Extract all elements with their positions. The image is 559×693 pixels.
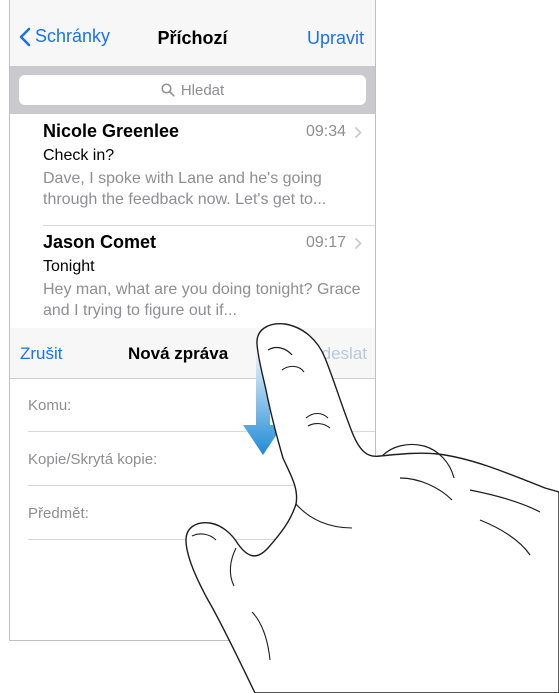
- inbox-view: Schránky Příchozí Upravit Hledat Nicole …: [9, 0, 376, 338]
- screen-edge-left: [9, 0, 10, 328]
- phone-screen: Schránky Příchozí Upravit Hledat Nicole …: [9, 0, 376, 641]
- screen-edge-right: [375, 0, 376, 328]
- cc-bcc-field[interactable]: Kopie/Skrytá kopie:: [20, 433, 375, 486]
- new-message-sheet: Zrušit Nová zpráva Odeslat Komu: Kopie/S…: [9, 328, 376, 641]
- chevron-right-icon: [354, 237, 362, 250]
- subject-label: Předmět:: [28, 505, 89, 522]
- send-button[interactable]: Odeslat: [308, 344, 367, 364]
- search-input[interactable]: Hledat: [19, 75, 366, 105]
- compose-title: Nová zpráva: [128, 344, 229, 363]
- to-label: Komu:: [28, 397, 72, 414]
- mail-time: 09:17: [305, 234, 346, 251]
- compose-nav-bar: Zrušit Nová zpráva Odeslat: [10, 328, 375, 379]
- mail-preview: Dave, I spoke with Lane and he's going t…: [43, 170, 327, 208]
- field-divider: [28, 431, 375, 432]
- mail-subject: Tonight: [43, 258, 95, 275]
- search-bar: Hledat: [9, 66, 376, 114]
- cc-bcc-label: Kopie/Skrytá kopie:: [28, 451, 158, 468]
- mail-list-item[interactable]: Jason Comet 09:17 Tonight Hey man, what …: [9, 226, 376, 338]
- search-icon: [161, 83, 175, 97]
- search-placeholder: Hledat: [180, 81, 225, 99]
- mail-sender: Nicole Greenlee: [43, 121, 180, 141]
- subject-field[interactable]: Předmět:: [20, 487, 375, 540]
- mail-subject: Check in?: [43, 147, 115, 164]
- to-field[interactable]: Komu:: [20, 379, 375, 432]
- inbox-nav-bar: Schránky Příchozí Upravit: [9, 0, 376, 67]
- edit-button[interactable]: Upravit: [307, 28, 364, 49]
- field-divider: [28, 539, 375, 540]
- mail-preview: Hey man, what are you doing tonight? Gra…: [43, 281, 361, 319]
- mail-list-item[interactable]: Nicole Greenlee 09:34 Check in? Dave, I …: [9, 115, 376, 227]
- cancel-button[interactable]: Zrušit: [20, 344, 63, 364]
- mail-sender: Jason Comet: [43, 232, 157, 252]
- mail-time: 09:34: [305, 123, 346, 140]
- field-divider: [28, 485, 375, 486]
- chevron-right-icon: [354, 126, 362, 139]
